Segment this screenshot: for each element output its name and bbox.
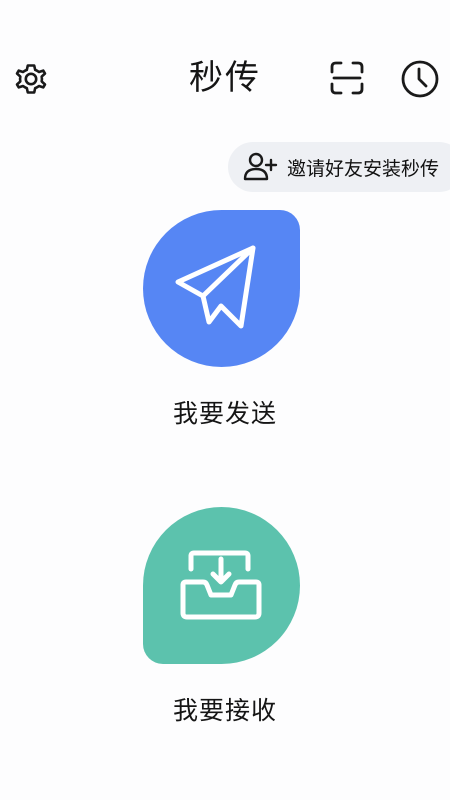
page-title: 秒传 bbox=[189, 58, 261, 98]
add-user-icon bbox=[243, 152, 278, 181]
paper-plane-icon bbox=[175, 245, 256, 329]
send-button[interactable] bbox=[143, 210, 300, 367]
receive-label: 我要接收 bbox=[172, 696, 277, 725]
scan-icon bbox=[330, 61, 364, 95]
scan-button[interactable] bbox=[326, 57, 368, 99]
invite-label: 邀请好友安装秒传 bbox=[287, 157, 440, 180]
top-bar: 秒传 bbox=[0, 0, 450, 150]
invite-friend-button[interactable]: 邀请好友安装秒传 bbox=[228, 142, 450, 192]
receive-button[interactable] bbox=[143, 507, 300, 664]
send-label: 我要发送 bbox=[172, 399, 277, 428]
history-button[interactable] bbox=[398, 57, 442, 101]
clock-icon bbox=[401, 60, 439, 98]
download-tray-icon bbox=[180, 550, 262, 620]
